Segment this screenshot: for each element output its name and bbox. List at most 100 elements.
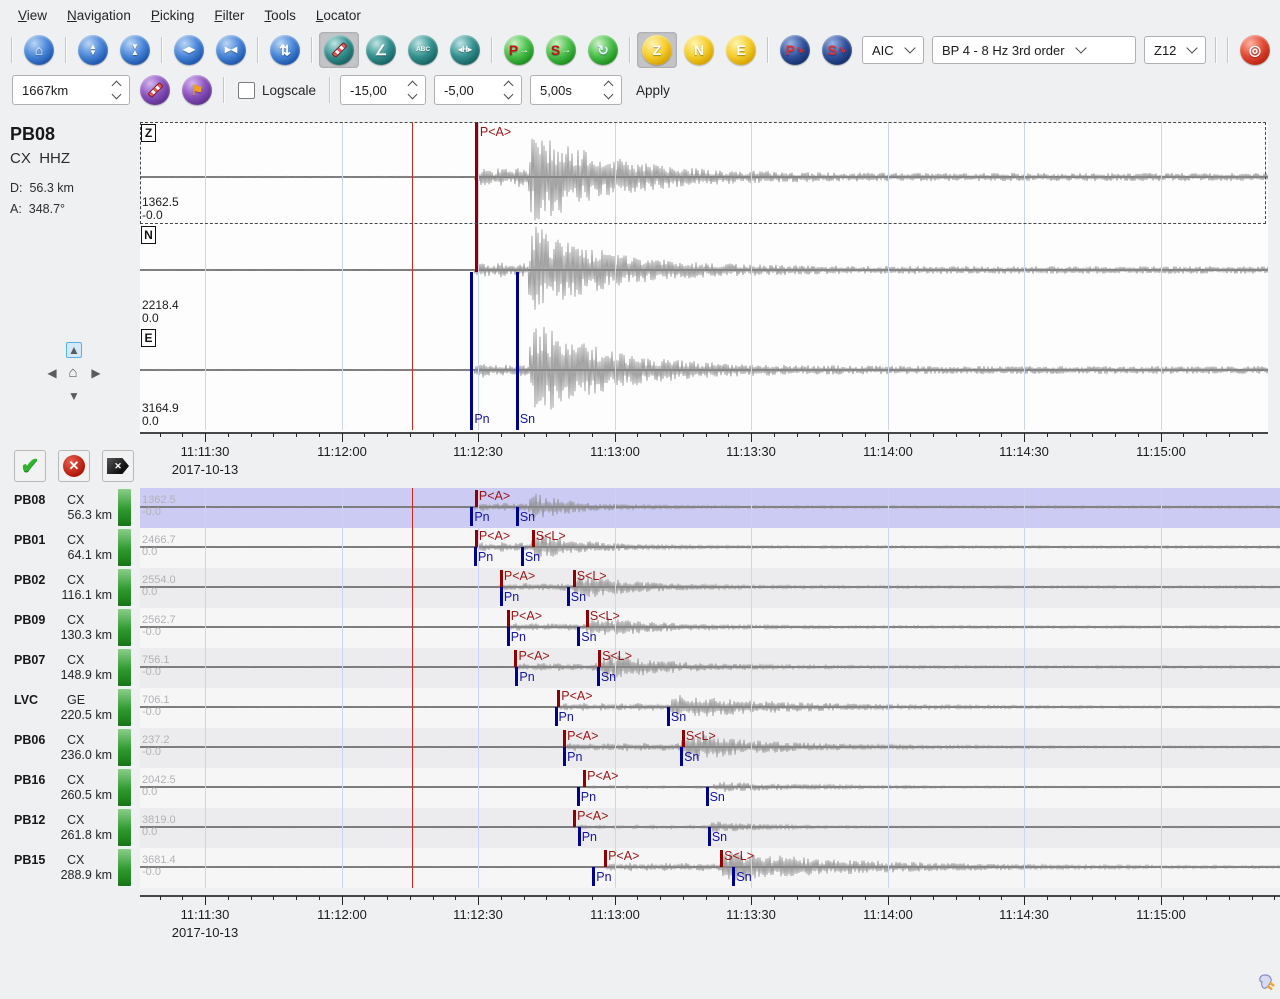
row-theoretical-label: Sn — [710, 790, 725, 804]
station-row-pb02[interactable]: PB02CX116.1 km2554.00.0P<A>S<L>PnSn — [0, 568, 1280, 608]
menu-locator[interactable]: Locator — [306, 4, 371, 27]
station-rows-panel[interactable]: PB08CX56.3 km1362.5-0.0P<A>PnSnPB01CX64.… — [0, 488, 1280, 888]
reset-amplitude-icon-button[interactable]: ⇅ — [265, 32, 305, 68]
time-window-spinbox[interactable]: 5,00s — [530, 75, 622, 105]
minor-tick — [1092, 433, 1093, 437]
measure-amplitude-icon-button[interactable] — [135, 72, 175, 108]
locate-icon-button[interactable]: ◎ — [1235, 32, 1275, 68]
time-gridline — [888, 608, 889, 648]
logscale-checkbox[interactable] — [238, 82, 255, 99]
station-row-lvc[interactable]: LVCGE220.5 km706.1-0.0P<A>PnSn — [0, 688, 1280, 728]
pick-algorithm-select[interactable]: AIC — [862, 36, 924, 64]
rename-phase-icon-button[interactable]: ABC — [403, 32, 443, 68]
component-trace-e[interactable]: E3164.90.0 — [140, 327, 1268, 430]
filter-select[interactable]: BP 4 - 8 Hz 3rd order — [932, 36, 1136, 64]
station-status-bar — [118, 649, 131, 686]
flag-pick-icon-button[interactable]: ⚑ — [177, 72, 217, 108]
distance-range-spinbox[interactable]: 1667km — [12, 75, 130, 105]
row-trace-area[interactable]: 3819.00.0P<A>PnSn — [140, 808, 1280, 848]
pad-home-button[interactable]: ⌂ — [65, 364, 81, 380]
confirm-station-button[interactable]: ✔ — [14, 450, 46, 482]
component-trace-n[interactable]: N2218.40.0 — [140, 224, 1268, 327]
theoretical-s-icon-button[interactable]: S∿ — [817, 32, 857, 68]
pick-ruler-icon-button[interactable] — [319, 32, 359, 68]
spin-arrows[interactable] — [99, 82, 120, 98]
row-station-code: PB06 — [14, 733, 45, 747]
station-row-pb08[interactable]: PB08CX56.3 km1362.5-0.0P<A>PnSn — [0, 488, 1280, 528]
minor-tick — [819, 433, 820, 437]
station-row-pb07[interactable]: PB07CX148.9 km756.1-0.0P<A>S<L>PnSn — [0, 648, 1280, 688]
station-row-pb15[interactable]: PB15CX288.9 km3681.4-0.0P<A>S<L>PnSn — [0, 848, 1280, 888]
skip-station-button[interactable]: ✕ — [102, 450, 134, 482]
row-trace-area[interactable]: 1362.5-0.0P<A>PnSn — [140, 488, 1280, 528]
amplitude-zoom-out-icon-button[interactable]: ▼ ▲ — [115, 32, 155, 68]
station-row-pb09[interactable]: PB09CX130.3 km2562.7-0.0P<A>S<L>PnSn — [0, 608, 1280, 648]
row-theoretical-line — [592, 867, 595, 886]
pick-s-icon-button[interactable]: S→ — [541, 32, 581, 68]
pick-p-icon-button[interactable]: P→ — [499, 32, 539, 68]
major-tick — [1161, 433, 1162, 442]
amp-min-spinbox[interactable]: -15,00 — [340, 75, 426, 105]
bottom-time-axis: 11:11:302017-10-1311:12:0011:12:3011:13:… — [0, 895, 1280, 945]
component-z-icon-button[interactable]: Z — [637, 32, 677, 68]
time-zoom-out-icon-button[interactable]: ▶◀ — [211, 32, 251, 68]
station-row-pb12[interactable]: PB12CX261.8 km3819.00.0P<A>PnSn — [0, 808, 1280, 848]
pick-ruler-icon — [324, 35, 354, 65]
amplitude-zoom-in-icon-button[interactable]: ▲ ▼ — [73, 32, 113, 68]
time-zoom-in-icon-button[interactable]: ◀▶ — [169, 32, 209, 68]
time-gridline — [1161, 848, 1162, 888]
row-theoretical-label: Sn — [671, 710, 686, 724]
station-row-pb06[interactable]: PB06CX236.0 km237.2-0.0P<A>S<L>PnSn — [0, 728, 1280, 768]
theoretical-p-icon-button[interactable]: P∿ — [775, 32, 815, 68]
amplitude-zoom-in-icon-glyph: ▲ ▼ — [89, 44, 97, 55]
row-pick-line — [507, 610, 510, 627]
row-distance: 116.1 km — [0, 588, 112, 602]
spin-arrows[interactable] — [395, 82, 416, 98]
menu-picking[interactable]: Picking — [141, 4, 205, 27]
spin-arrows[interactable] — [591, 82, 612, 98]
row-trace-area[interactable]: 2554.00.0P<A>S<L>PnSn — [140, 568, 1280, 608]
pad-down-button[interactable]: ▼ — [66, 388, 82, 404]
row-trace-area[interactable]: 237.2-0.0P<A>S<L>PnSn — [140, 728, 1280, 768]
pad-left-button[interactable]: ◀ — [44, 365, 60, 381]
align-tool-icon: ◂H▸ — [450, 35, 480, 65]
row-trace-area[interactable]: 2466.70.0P<A>S<L>PnSn — [140, 528, 1280, 568]
align-tool-icon-button[interactable]: ◂H▸ — [445, 32, 485, 68]
toolbar-separator — [629, 37, 631, 63]
logscale-toggle[interactable]: Logscale — [238, 82, 316, 99]
time-gridline — [888, 848, 889, 888]
row-pick-label: P<A> — [608, 849, 639, 863]
component-trace-panel[interactable]: Z1362.5-0.0N2218.40.0E3164.90.0P<A>PnSn — [140, 122, 1268, 432]
home-icon-button[interactable]: ⌂ — [19, 32, 59, 68]
reject-station-button[interactable]: ✕ — [58, 450, 90, 482]
apply-button[interactable]: Apply — [636, 83, 670, 98]
minor-tick — [842, 896, 843, 900]
minor-tick — [296, 433, 297, 437]
menu-tools[interactable]: Tools — [254, 4, 306, 27]
relocate-picker-icon-button[interactable]: ↻ — [583, 32, 623, 68]
menu-view[interactable]: View — [8, 4, 57, 27]
component-trace-z[interactable]: Z1362.5-0.0 — [140, 122, 1268, 224]
component-e-icon-button[interactable]: E — [721, 32, 761, 68]
spin-arrows[interactable] — [491, 82, 512, 98]
row-trace-area[interactable]: 756.1-0.0P<A>S<L>PnSn — [140, 648, 1280, 688]
toolbar-separator — [11, 37, 13, 63]
minor-tick — [933, 896, 934, 900]
row-trace-area[interactable]: 3681.4-0.0P<A>S<L>PnSn — [140, 848, 1280, 888]
row-trace-area[interactable]: 2042.50.0P<A>PnSn — [140, 768, 1280, 808]
time-gridline — [478, 688, 479, 728]
menu-filter[interactable]: Filter — [204, 4, 254, 27]
minor-tick — [910, 433, 911, 437]
menu-navigation[interactable]: Navigation — [57, 4, 141, 27]
component-n-icon-button[interactable]: N — [679, 32, 719, 68]
pad-right-button[interactable]: ▶ — [88, 365, 104, 381]
pad-up-button[interactable]: ▲ — [66, 342, 82, 358]
row-trace-area[interactable]: 706.1-0.0P<A>PnSn — [140, 688, 1280, 728]
pick-p-icon-glyph: P — [509, 43, 518, 57]
station-row-pb01[interactable]: PB01CX64.1 km2466.70.0P<A>S<L>PnSn — [0, 528, 1280, 568]
station-row-pb16[interactable]: PB16CX260.5 km2042.50.0P<A>PnSn — [0, 768, 1280, 808]
rotation-select[interactable]: Z12 — [1144, 36, 1206, 64]
amp-max-spinbox[interactable]: -5,00 — [434, 75, 522, 105]
row-trace-area[interactable]: 2562.7-0.0P<A>S<L>PnSn — [140, 608, 1280, 648]
angle-tool-icon-button[interactable]: ∠ — [361, 32, 401, 68]
